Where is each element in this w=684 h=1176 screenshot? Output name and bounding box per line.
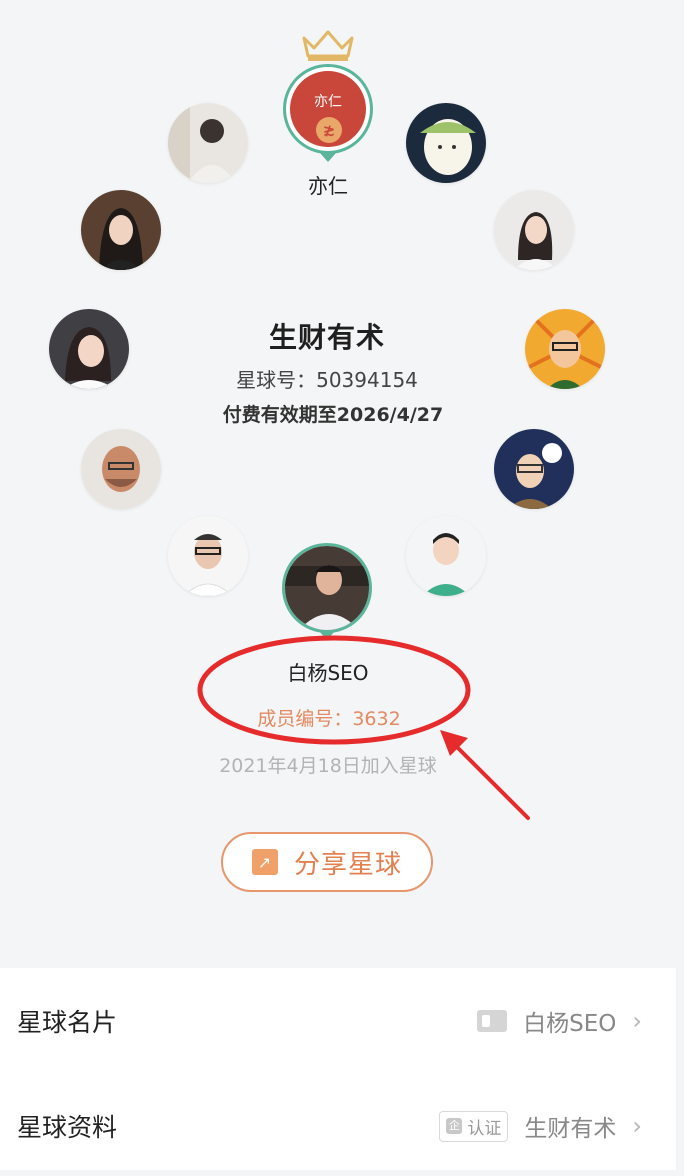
member-avatar[interactable] (494, 190, 574, 270)
annotation-arrow-icon (440, 730, 530, 820)
chevron-right-icon: › (632, 1007, 642, 1035)
share-icon: ↗ (251, 849, 278, 875)
planet-card-label: 星球名片 (17, 1008, 118, 1037)
certified-badge: 企 认证 (439, 1110, 509, 1142)
member-avatar[interactable] (406, 103, 486, 183)
chevron-right-icon: › (632, 1112, 642, 1140)
coin-icon: ≵ (316, 117, 342, 143)
planet-profile-value: 生财有术 (524, 1116, 617, 1142)
member-avatar[interactable] (81, 429, 161, 509)
planet-card-value: 白杨SEO (523, 1011, 617, 1037)
member-avatar[interactable] (406, 516, 486, 596)
my-avatar[interactable] (282, 543, 372, 633)
planet-profile-label: 星球资料 (17, 1113, 118, 1142)
crown-icon (302, 30, 354, 61)
member-avatar[interactable] (81, 190, 161, 270)
expiry-date: 付费有效期至2026/4/27 (222, 404, 444, 426)
owner-pin-icon (320, 153, 336, 162)
owner-avatar[interactable]: 亦仁 ≵ (283, 64, 373, 154)
enterprise-icon: 企 (446, 1118, 463, 1134)
settings-list: 星球名片 白杨SEO › 星球资料 企 认证 生财有术 › (0, 968, 676, 1170)
join-date: 2021年4月18日加入星球 (219, 755, 437, 777)
share-button-label: 分享星球 (293, 849, 402, 880)
annotation-circle (197, 635, 471, 745)
member-avatar[interactable] (168, 103, 248, 183)
member-avatar[interactable] (168, 516, 248, 596)
owner-name: 亦仁 (308, 174, 348, 198)
list-item-planet-card[interactable]: 星球名片 白杨SEO › (0, 971, 676, 1071)
member-avatar[interactable] (494, 429, 574, 509)
share-planet-button[interactable]: ↗ 分享星球 (221, 832, 433, 892)
owner-badge-text: 亦仁 (314, 94, 342, 110)
planet-id: 星球号：50394154 (236, 368, 418, 392)
id-card-icon (477, 1010, 508, 1032)
certified-badge-label: 认证 (467, 1118, 502, 1139)
list-item-planet-profile[interactable]: 星球资料 企 认证 生财有术 › (0, 1076, 676, 1176)
planet-name: 生财有术 (268, 321, 385, 354)
